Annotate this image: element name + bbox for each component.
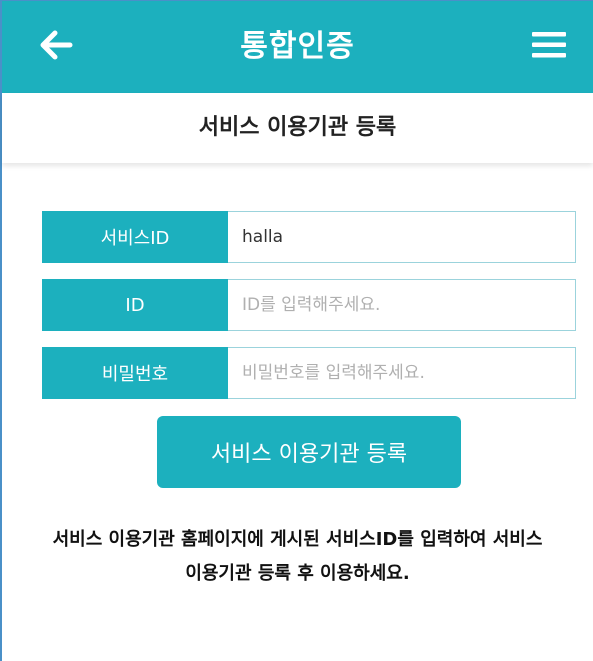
notice-line-2: 이용기관 등록 후 이용하세요. [185,563,410,584]
top-app-bar: 통합인증 [2,1,593,93]
service-id-input[interactable] [228,212,575,262]
service-id-row: 서비스ID [42,211,576,263]
notice-text: 서비스 이용기관 홈페이지에 게시된 서비스ID를 입력하여 서비스 이용기관 … [22,523,573,591]
password-row: 비밀번호 [42,347,576,399]
service-id-field-wrapper [228,211,576,263]
password-input[interactable] [228,348,575,398]
app-frame: 통합인증 서비스 이용기관 등록 서비스ID ID 비밀번호 [0,0,593,661]
section-title: 서비스 이용기관 등록 [2,93,593,163]
page-title: 통합인증 [240,29,355,64]
password-field-wrapper [228,347,576,399]
registration-form: 서비스ID ID 비밀번호 [42,211,576,415]
user-id-field-wrapper [228,279,576,331]
menu-button[interactable] [527,25,571,65]
notice-line-1: 서비스 이용기관 홈페이지에 게시된 서비스ID를 입력하여 서비스 [52,529,543,550]
register-button[interactable]: 서비스 이용기관 등록 [157,416,461,488]
service-id-label: 서비스ID [42,211,228,263]
user-id-row: ID [42,279,576,331]
user-id-label: ID [42,279,228,331]
hamburger-menu-icon [532,32,566,58]
password-label: 비밀번호 [42,347,228,399]
user-id-input[interactable] [228,280,575,330]
